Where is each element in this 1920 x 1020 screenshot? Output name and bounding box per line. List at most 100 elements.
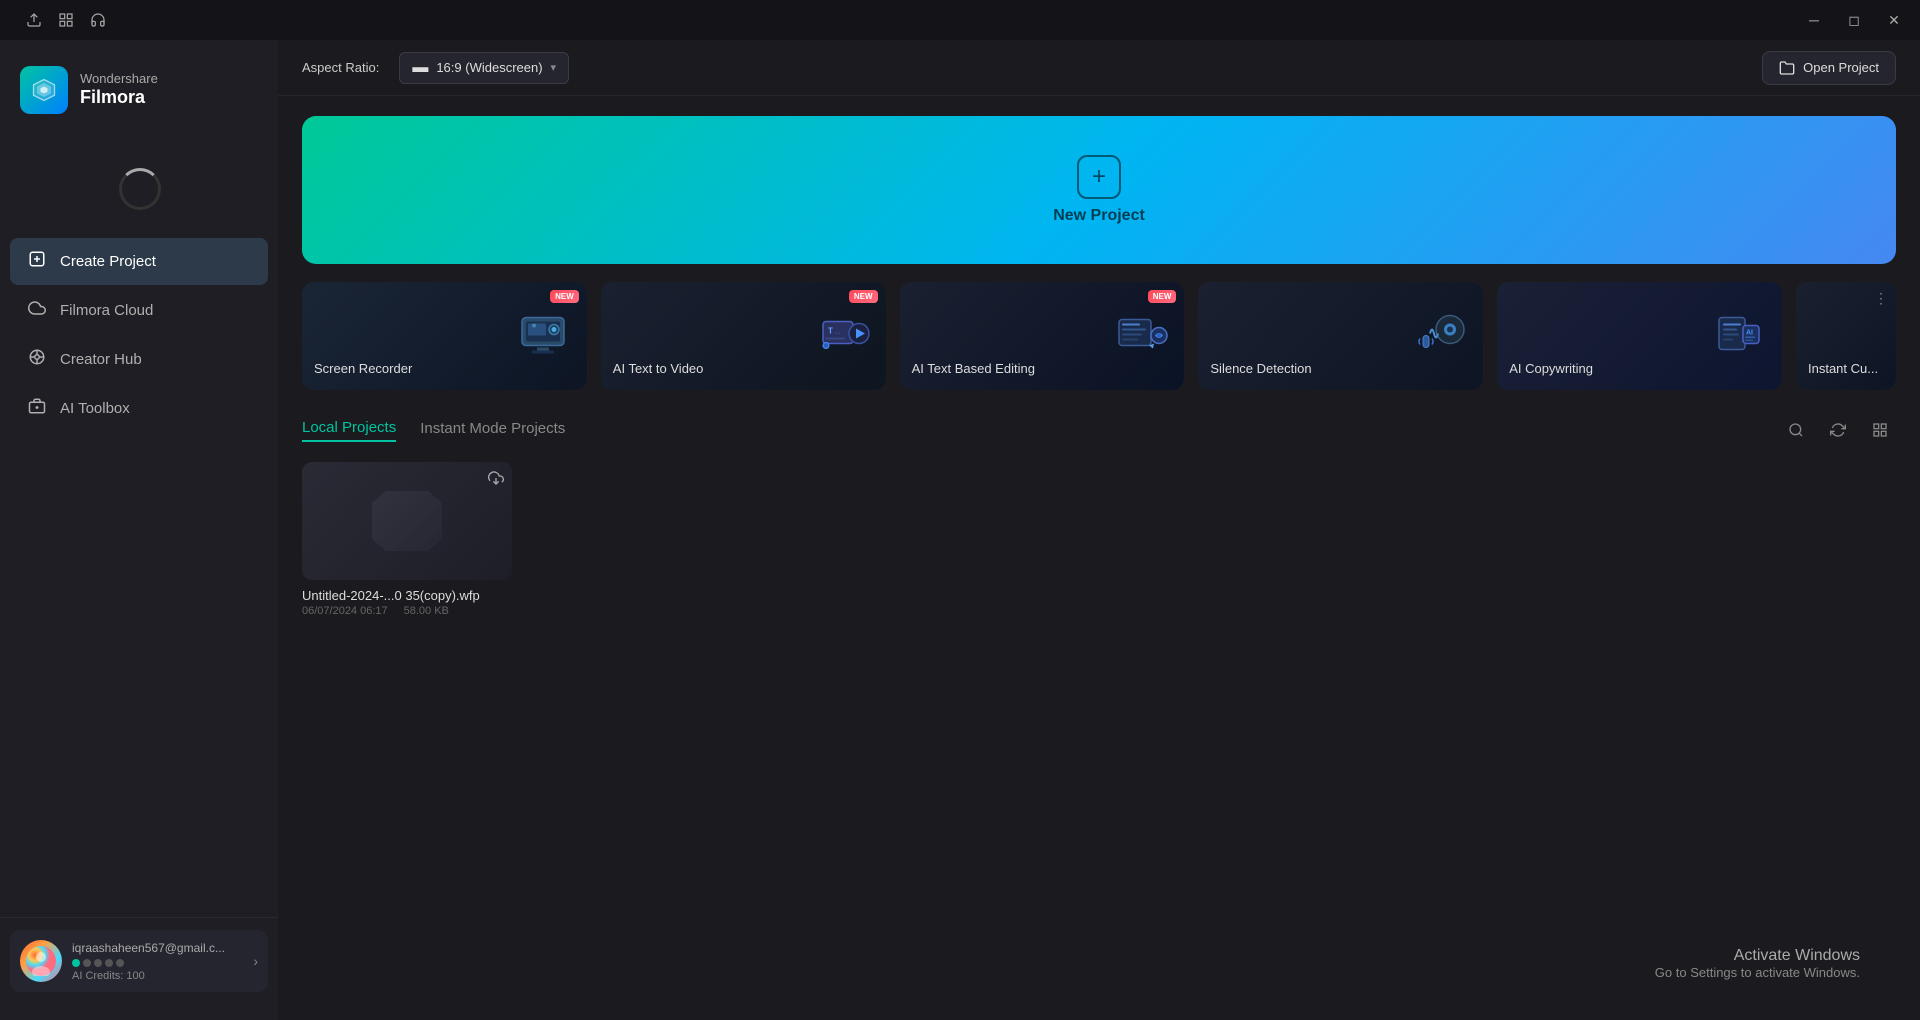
projects-header: Local Projects Instant Mode Projects xyxy=(302,414,1896,446)
user-dot-2 xyxy=(83,959,91,967)
nav-label-filmora-cloud: Filmora Cloud xyxy=(60,302,153,319)
sidebar-bottom: iqraashaheen567@gmail.c... AI Credits: 1… xyxy=(0,917,278,1004)
ai-toolbox-icon xyxy=(26,397,48,420)
user-dots xyxy=(72,959,243,967)
card-label-ai-text-video: AI Text to Video xyxy=(613,361,704,378)
user-info: iqraashaheen567@gmail.c... AI Credits: 1… xyxy=(72,941,243,982)
feature-card-silence-detection[interactable]: Silence Detection xyxy=(1198,282,1483,390)
logo-text: Wondershare Filmora xyxy=(80,71,158,108)
user-dot-5 xyxy=(116,959,124,967)
folder-icon xyxy=(1779,60,1795,76)
user-email: iqraashaheen567@gmail.c... xyxy=(72,941,243,955)
feature-card-ai-copywriting[interactable]: AI AI Copywriting xyxy=(1497,282,1782,390)
sidebar: Wondershare Filmora Create Project xyxy=(0,40,278,1020)
silence-detection-icon xyxy=(1408,304,1473,369)
nav-label-ai-toolbox: AI Toolbox xyxy=(60,400,130,417)
loading-spinner xyxy=(119,168,159,208)
user-chevron-icon: › xyxy=(253,953,258,969)
headphone-icon[interactable] xyxy=(84,6,112,34)
project-thumbnail xyxy=(302,462,512,580)
product-name: Filmora xyxy=(80,87,158,109)
feature-card-ai-text-video[interactable]: NEW T ... AI Text to Video xyxy=(601,282,886,390)
project-upload-icon[interactable] xyxy=(488,470,504,491)
ai-text-editing-icon xyxy=(1109,304,1174,369)
tab-local-projects[interactable]: Local Projects xyxy=(302,419,396,442)
scroll-area: + New Project NEW xyxy=(278,96,1920,1020)
badge-ai-text-editing: NEW xyxy=(1148,290,1177,303)
grid-view-button[interactable] xyxy=(1864,414,1896,446)
new-project-plus-icon: + xyxy=(1077,155,1121,199)
project-size: 58.00 KB xyxy=(404,605,449,617)
ai-text-video-icon: T ... xyxy=(811,304,876,369)
grid-icon[interactable] xyxy=(52,6,80,34)
monitor-icon: ▬ xyxy=(412,59,428,77)
user-card[interactable]: iqraashaheen567@gmail.c... AI Credits: 1… xyxy=(10,930,268,992)
nav-item-creator-hub[interactable]: Creator Hub xyxy=(10,336,268,383)
aspect-ratio-selector[interactable]: ▬ 16:9 (Widescreen) ▾ xyxy=(399,52,569,84)
user-dot-4 xyxy=(105,959,113,967)
creator-hub-icon xyxy=(26,348,48,371)
aspect-ratio-label: Aspect Ratio: xyxy=(302,60,379,75)
card-label-ai-copywriting: AI Copywriting xyxy=(1509,361,1593,378)
project-thumb-inner xyxy=(302,462,512,580)
project-date: 06/07/2024 06:17 xyxy=(302,605,388,617)
loading-area xyxy=(0,158,278,218)
maximize-button[interactable]: ◻ xyxy=(1838,8,1870,32)
screen-recorder-icon xyxy=(512,304,577,369)
search-button[interactable] xyxy=(1780,414,1812,446)
card-label-instant-cutout: Instant Cu... xyxy=(1808,361,1878,378)
card-label-ai-text-editing: AI Text Based Editing xyxy=(912,361,1035,378)
new-project-banner[interactable]: + New Project xyxy=(302,116,1896,264)
refresh-button[interactable] xyxy=(1822,414,1854,446)
nav-label-create-project: Create Project xyxy=(60,253,156,270)
svg-text:AI: AI xyxy=(1746,330,1753,337)
title-bar-icons xyxy=(20,6,112,34)
activate-windows-subtitle: Go to Settings to activate Windows. xyxy=(1655,965,1860,980)
svg-text:T: T xyxy=(828,327,833,336)
upload-icon[interactable] xyxy=(20,6,48,34)
user-dot-3 xyxy=(94,959,102,967)
main-content: Aspect Ratio: ▬ 16:9 (Widescreen) ▾ Open… xyxy=(278,40,1920,1020)
title-bar: ─ ◻ ✕ xyxy=(0,0,1920,40)
nav-label-creator-hub: Creator Hub xyxy=(60,351,142,368)
app-logo-icon xyxy=(20,66,68,114)
badge-ai-text-video: NEW xyxy=(849,290,878,303)
card-label-screen-recorder: Screen Recorder xyxy=(314,361,412,378)
user-dot-1 xyxy=(72,959,80,967)
nav-item-ai-toolbox[interactable]: AI Toolbox xyxy=(10,385,268,432)
nav-item-create-project[interactable]: Create Project xyxy=(10,238,268,285)
projects-actions xyxy=(1780,414,1896,446)
card-label-silence-detection: Silence Detection xyxy=(1210,361,1311,378)
app-body: Wondershare Filmora Create Project xyxy=(0,40,1920,1020)
tab-instant-mode-projects[interactable]: Instant Mode Projects xyxy=(420,420,565,441)
user-avatar xyxy=(20,940,62,982)
ai-copywriting-icon: AI xyxy=(1707,304,1772,369)
create-project-icon xyxy=(26,250,48,273)
minimize-button[interactable]: ─ xyxy=(1798,8,1830,32)
activate-windows-notice: Activate Windows Go to Settings to activ… xyxy=(1655,947,1860,980)
more-options-icon[interactable]: ⋮ xyxy=(1874,290,1888,307)
feature-card-ai-text-editing[interactable]: NEW AI Text Based Editing xyxy=(900,282,1185,390)
new-project-label: New Project xyxy=(1053,207,1145,225)
feature-card-instant-cutout[interactable]: ⋮ Instant Cu... xyxy=(1796,282,1896,390)
feature-cards: NEW Screen Recorder xyxy=(302,282,1896,390)
aspect-dropdown-icon: ▾ xyxy=(551,61,557,74)
project-shape xyxy=(372,491,442,551)
project-item[interactable]: Untitled-2024-...0 35(copy).wfp 06/07/20… xyxy=(302,462,512,617)
project-name: Untitled-2024-...0 35(copy).wfp xyxy=(302,588,512,603)
sidebar-nav: Create Project Filmora Cloud xyxy=(0,238,278,917)
sidebar-logo: Wondershare Filmora xyxy=(0,56,278,138)
open-project-button[interactable]: Open Project xyxy=(1762,51,1896,85)
close-button[interactable]: ✕ xyxy=(1878,8,1910,32)
aspect-ratio-value: 16:9 (Widescreen) xyxy=(436,60,542,75)
feature-card-screen-recorder[interactable]: NEW Screen Recorder xyxy=(302,282,587,390)
project-meta: 06/07/2024 06:17 58.00 KB xyxy=(302,605,512,617)
top-bar: Aspect Ratio: ▬ 16:9 (Widescreen) ▾ Open… xyxy=(278,40,1920,96)
badge-screen-recorder: NEW xyxy=(550,290,579,303)
svg-text:...: ... xyxy=(835,330,840,336)
filmora-cloud-icon xyxy=(26,299,48,322)
ai-credits: AI Credits: 100 xyxy=(72,970,243,982)
nav-item-filmora-cloud[interactable]: Filmora Cloud xyxy=(10,287,268,334)
brand-name: Wondershare xyxy=(80,71,158,87)
activate-windows-title: Activate Windows xyxy=(1655,947,1860,965)
